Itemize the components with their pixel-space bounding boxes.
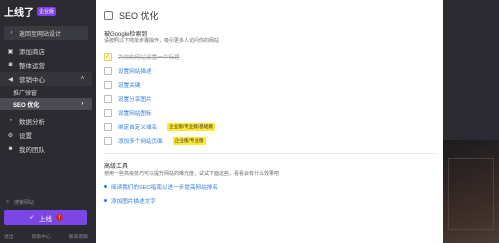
background-frame <box>448 158 494 230</box>
task-label[interactable]: 添加多个网站页面 <box>118 137 163 145</box>
task-set-title[interactable]: 为你的网站设置一个标题 <box>104 52 180 61</box>
publish-label: 上线 <box>39 215 52 223</box>
sidebar-item-operations[interactable]: ◙ 整体运营 <box>0 58 92 72</box>
sidebar-item-label: 我的团队 <box>19 147 45 154</box>
chart-icon: ◔ <box>8 118 13 124</box>
sidebar: 上线了 企业版 ‹ 返回至网站设计 ▣ 添加商店 ◙ 整体运营 ◀ 营销中心 ˄… <box>0 0 92 243</box>
section-google-desc: 请按照以下简单步骤操作，吸引更多人访问你的网站 <box>104 38 220 44</box>
chevron-left-icon: ‹ <box>10 30 13 36</box>
task-set-favicon[interactable]: 设置网站图标 <box>104 108 152 117</box>
team-icon: ☻ <box>7 146 14 152</box>
sidebar-footer: 退出 帮助中心 联系客服 <box>4 233 88 240</box>
task-label[interactable]: 设置网站描述 <box>118 67 152 75</box>
tool-seo-guide[interactable]: 阅读我们的SEO指南以进一步提高网站排名 <box>104 182 218 191</box>
sidebar-item-label: 整体运营 <box>19 63 45 70</box>
checkbox[interactable] <box>104 122 112 131</box>
footer-link-logout[interactable]: 退出 <box>4 233 14 240</box>
back-to-site-design-button[interactable]: ‹ 返回至网站设计 <box>4 26 88 40</box>
sidebar-nav: ▣ 添加商店 ◙ 整体运营 ◀ 营销中心 ˄ 推广弹窗 SEO 优化 › ◔ 数… <box>0 44 92 156</box>
rocket-icon: ➶ <box>28 215 35 221</box>
megaphone-icon: ◀ <box>8 76 13 83</box>
sidebar-item-label: 设置 <box>19 133 32 140</box>
alert-badge: ! <box>56 214 63 221</box>
checkbox[interactable] <box>104 66 112 75</box>
section-advanced-desc: 使用一些高级技巧可以提升网站的曝光度，试试下面这些，看看会有什么效果吧 <box>104 171 280 177</box>
sidebar-item-settings[interactable]: ⚙ 设置 <box>0 128 92 142</box>
sidebar-subitem-popup[interactable]: 推广弹窗 <box>0 86 92 98</box>
checkbox-done[interactable] <box>104 52 112 61</box>
task-set-keywords[interactable]: 设置关键 <box>104 80 140 89</box>
search-icon: ⌕ <box>5 199 10 205</box>
tool-image-alt[interactable]: 添加图片描述文字 <box>104 196 156 205</box>
task-add-pages[interactable]: 添加多个网站页面 企业版/专业版 <box>104 136 206 145</box>
task-label[interactable]: 设置网站图标 <box>118 109 152 117</box>
footer-link-help[interactable]: 帮助中心 <box>32 233 51 240</box>
background-image <box>443 140 499 243</box>
sidebar-item-add-store[interactable]: ▣ 添加商店 <box>0 44 92 58</box>
task-label: 为你的网站设置一个标题 <box>118 54 180 61</box>
sidebar-subitem-label: 推广弹窗 <box>13 90 38 97</box>
chevron-right-icon: › <box>81 101 84 107</box>
task-label[interactable]: 绑定自定义域名 <box>118 123 157 131</box>
task-label[interactable]: 设置分享图片 <box>118 95 152 103</box>
chat-icon: ◙ <box>8 62 13 68</box>
task-bind-domain[interactable]: 绑定自定义域名 企业版/专业版/基础版 <box>104 122 216 131</box>
seo-panel: SEO 优化 被Google检索到 请按照以下简单步骤操作，吸引更多人访问你的网… <box>96 0 443 243</box>
back-label: 返回至网站设计 <box>19 31 62 38</box>
sidebar-item-label: 数据分析 <box>19 119 45 126</box>
seo-icon <box>104 11 113 20</box>
brand-title: 上线了 <box>4 7 34 19</box>
checkbox[interactable] <box>104 94 112 103</box>
sidebar-item-label: 添加商店 <box>19 49 45 56</box>
tool-label[interactable]: 添加图片描述文字 <box>111 197 156 205</box>
brand: 上线了 企业版 <box>0 0 92 22</box>
sidebar-subitem-label: SEO 优化 <box>13 102 40 109</box>
panel-title-text: SEO 优化 <box>119 11 159 21</box>
plan-badge: 企业版/专业版/基础版 <box>167 122 216 131</box>
task-set-share-image[interactable]: 设置分享图片 <box>104 94 152 103</box>
checkbox[interactable] <box>104 136 112 145</box>
divider <box>104 153 436 154</box>
task-label[interactable]: 设置关键 <box>118 81 140 89</box>
task-set-description[interactable]: 设置网站描述 <box>104 66 152 75</box>
sidebar-item-marketing-center[interactable]: ◀ 营销中心 ˄ <box>0 72 92 86</box>
doc-icon: ▣ <box>7 48 14 55</box>
tool-label[interactable]: 阅读我们的SEO指南以进一步提高网站排名 <box>111 183 218 191</box>
chevron-up-icon: ˄ <box>80 76 85 82</box>
panel-title: SEO 优化 <box>104 9 159 22</box>
checkbox[interactable] <box>104 80 112 89</box>
sidebar-subitem-seo[interactable]: SEO 优化 › <box>0 98 92 110</box>
bullet-dot <box>104 199 107 202</box>
checkbox[interactable] <box>104 108 112 117</box>
gear-icon: ⚙ <box>7 132 14 139</box>
bullet-dot <box>104 185 107 188</box>
plan-badge: 企业版/专业版 <box>172 136 206 145</box>
search-placeholder: 搜索网站 <box>14 200 35 206</box>
sidebar-item-label: 营销中心 <box>19 77 45 84</box>
brand-badge: 企业版 <box>37 6 57 16</box>
sidebar-search[interactable]: ⌕ 搜索网站 <box>4 198 88 207</box>
footer-link-support[interactable]: 联系客服 <box>69 233 88 240</box>
section-advanced-title: 高级工具 <box>104 164 129 170</box>
publish-button[interactable]: ➶ 上线 ! <box>4 210 87 225</box>
sidebar-item-team[interactable]: ☻ 我的团队 <box>0 142 92 156</box>
sidebar-item-analytics[interactable]: ◔ 数据分析 <box>0 114 92 128</box>
